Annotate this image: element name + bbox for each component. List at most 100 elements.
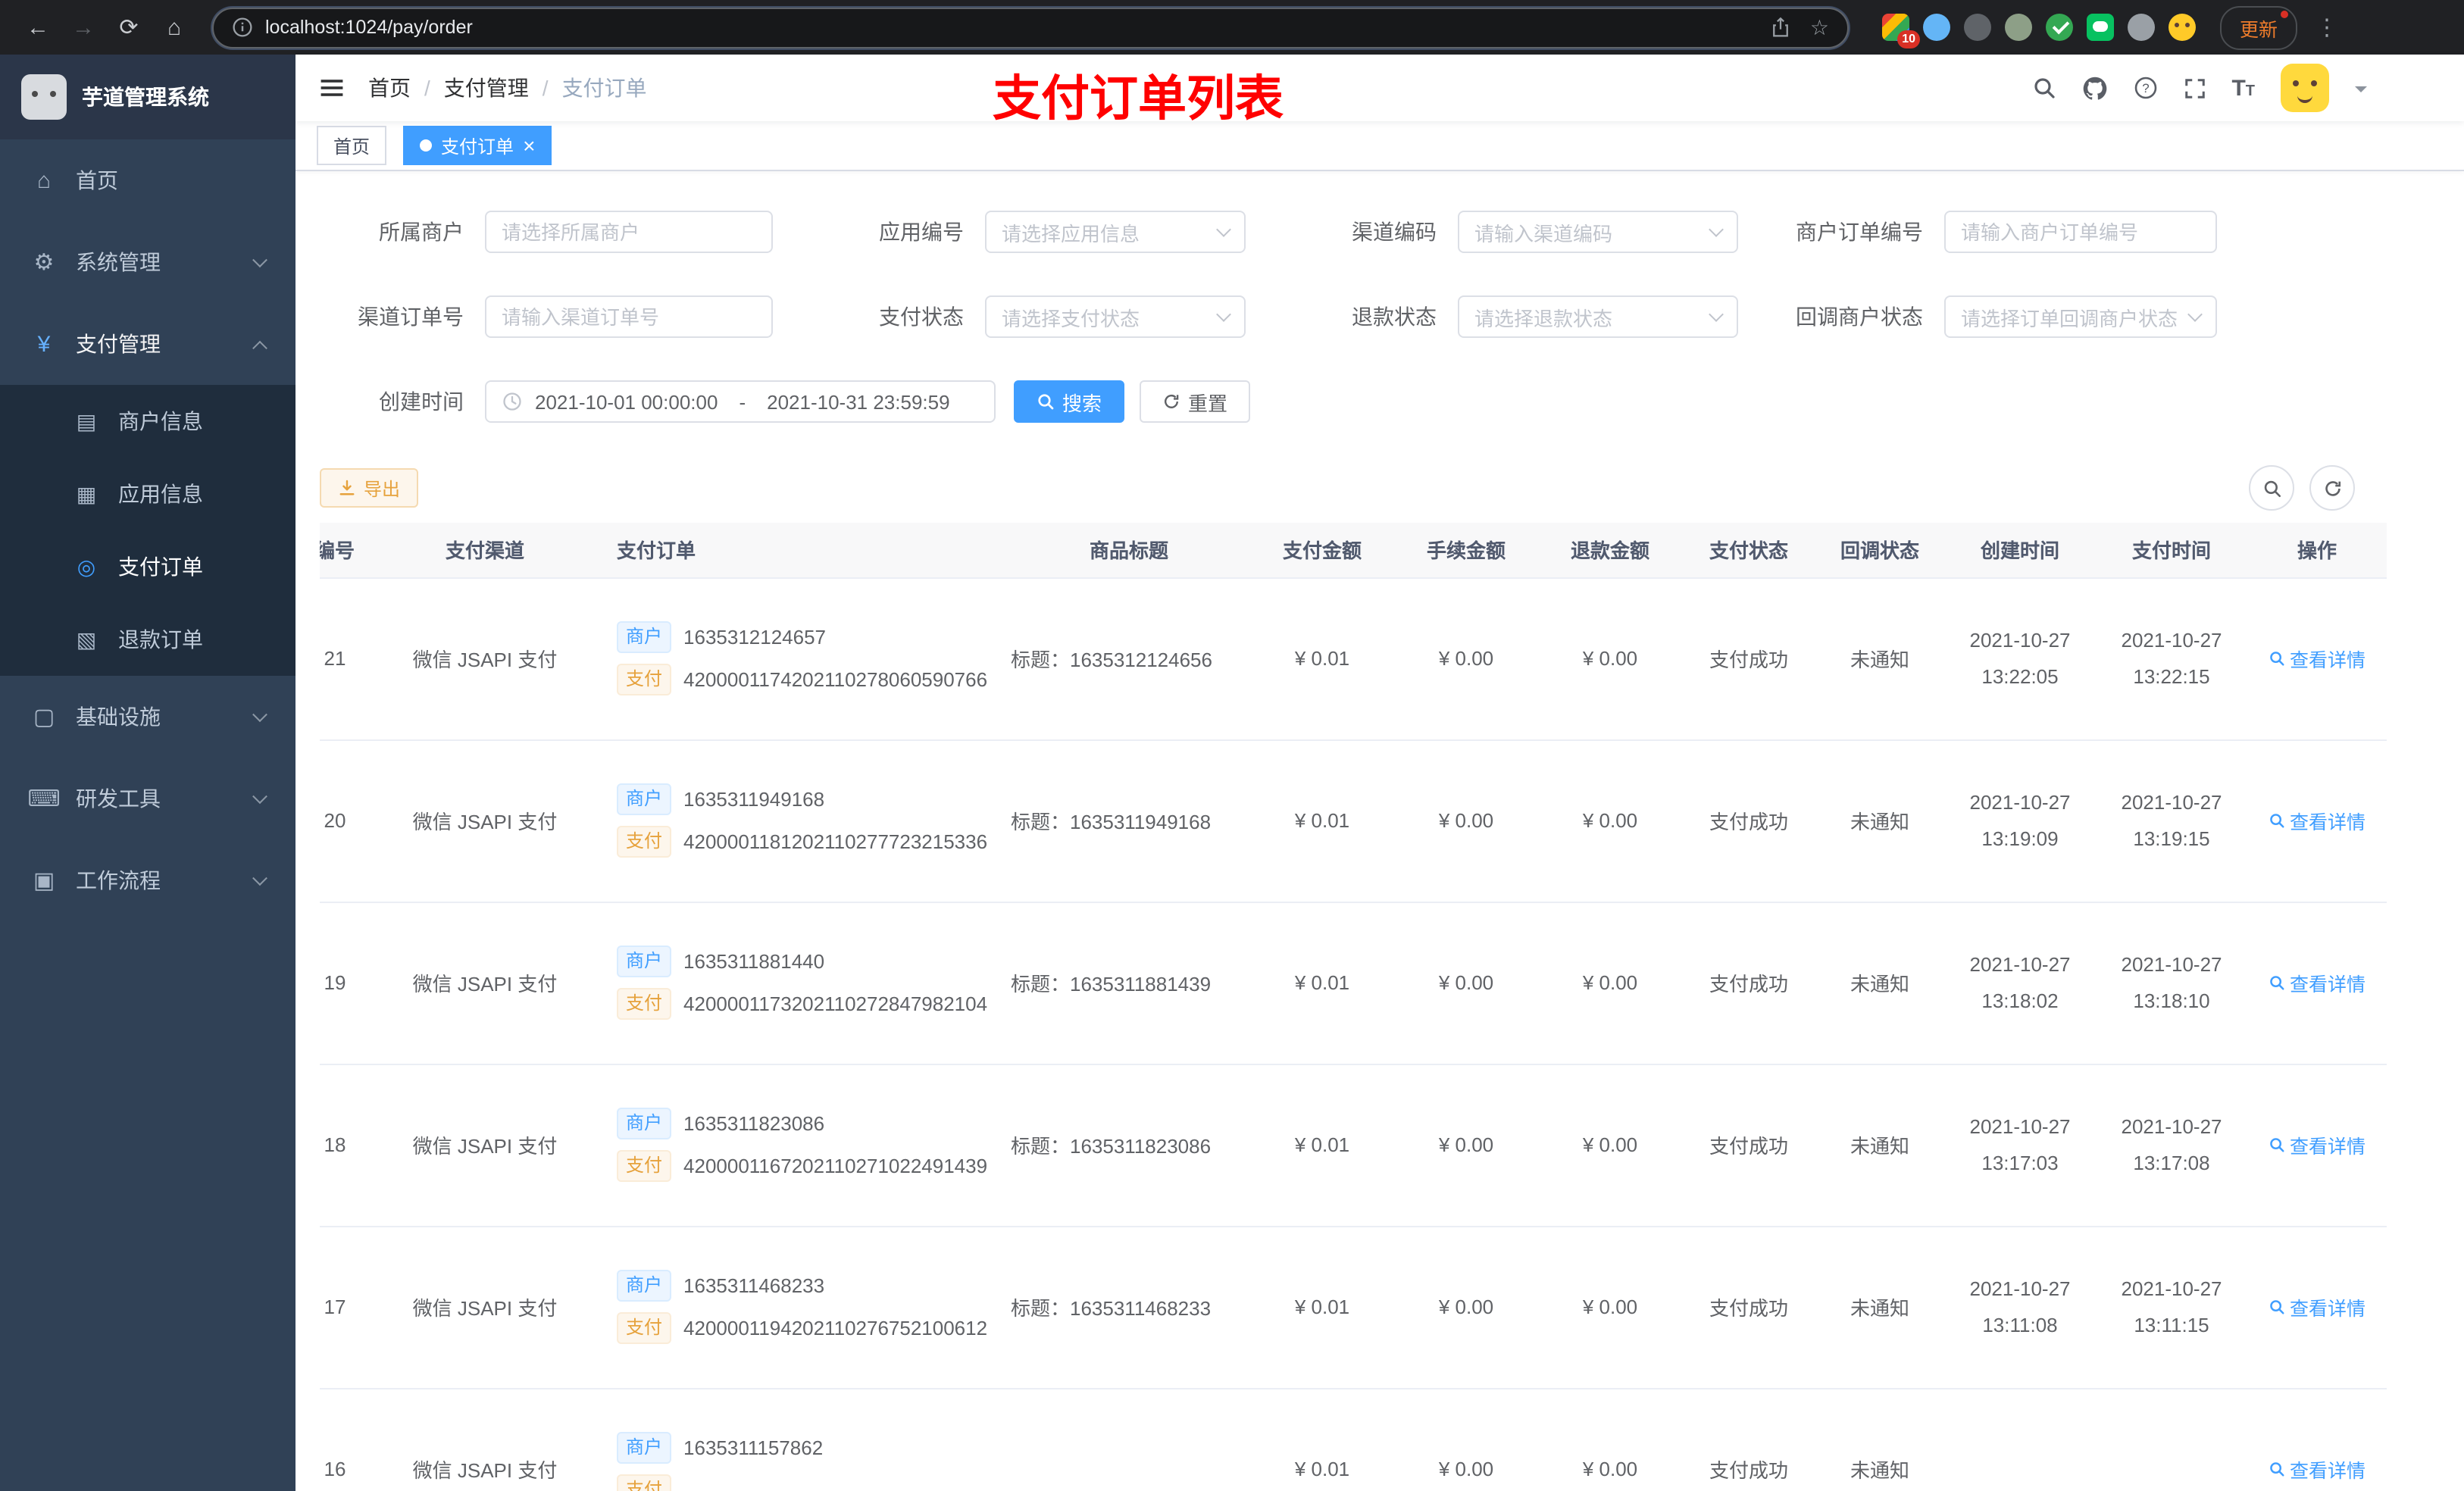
breadcrumb-payment[interactable]: 支付管理 [444,73,562,103]
cell-refund: ¥ 0.00 [1538,1226,1682,1389]
search-button[interactable]: 搜索 [1014,380,1125,423]
notify-status-select[interactable]: 请选择订单回调商户状态 [1944,295,2217,338]
sidebar: 芋道管理系统 ⌂ 首页 ⚙ 系统管理 ¥ 支付管理 ▤ 商户信息 ▦ 应用信息 … [0,55,295,1491]
bookmark-star-icon[interactable]: ☆ [1810,17,1829,38]
cell-pay-time: 2021-10-27 13:17:08 [2096,1064,2247,1227]
address-bar[interactable]: localhost:1024/pay/order ☆ [212,7,1849,48]
chevron-down-icon [252,252,267,268]
pay-status-select[interactable]: 请选择支付状态 [985,295,1246,338]
tab-home[interactable]: 首页 [317,126,387,165]
cell-title: 标题：1635311468233 [1008,1226,1250,1389]
site-info-icon[interactable] [232,17,253,38]
sidebar-item-system[interactable]: ⚙ 系统管理 [0,221,295,303]
forward-icon[interactable]: → [64,8,103,47]
collapse-menu-icon[interactable] [295,74,368,102]
refresh-button[interactable] [2309,465,2355,511]
reset-button[interactable]: 重置 [1140,380,1251,423]
channel-code-select[interactable]: 请输入渠道编码 [1458,211,1738,253]
fullscreen-icon[interactable] [2183,77,2206,99]
table-row[interactable]: 21 微信 JSAPI 支付 商户 1635312124657 支付 42000… [320,577,2387,740]
extension-icon-5[interactable] [2046,14,2073,41]
cell-refund: ¥ 0.00 [1538,1388,1682,1491]
breadcrumb-home[interactable]: 首页 [368,73,444,103]
cell-pay-status: 支付成功 [1682,902,1815,1064]
sidebar-item-infrastructure[interactable]: ▢ 基础设施 [0,676,295,758]
share-icon[interactable] [1771,17,1792,38]
flow-icon: ▣ [33,868,55,894]
merchant-order-no-input[interactable] [1961,220,2200,243]
cell-actions: 查看详情 [2247,1226,2387,1389]
sidebar-item-app-info[interactable]: ▦ 应用信息 [0,458,295,530]
merchant-badge: 商户 [617,946,672,977]
sidebar-menu: ⌂ 首页 ⚙ 系统管理 ¥ 支付管理 ▤ 商户信息 ▦ 应用信息 ◎ 支付订单 … [0,139,295,921]
github-icon[interactable] [2081,75,2107,101]
browser-home-icon[interactable]: ⌂ [155,8,194,47]
view-detail-link[interactable]: 查看详情 [2269,1293,2366,1321]
cell-order: 商户 1635311468233 支付 42000011942021102767… [599,1226,1008,1389]
col-pay-time: 支付时间 [2096,523,2247,578]
tab-pay-order[interactable]: 支付订单 × [403,126,552,165]
screen: ← → ⟳ ⌂ localhost:1024/pay/order ☆ 10 更新… [0,0,2464,1491]
view-detail-link[interactable]: 查看详情 [2269,644,2366,673]
tab-active-dot [420,139,433,152]
cell-id: 18 [320,1064,371,1227]
view-detail-link[interactable]: 查看详情 [2269,806,2366,835]
browser-update-button[interactable]: 更新 [2220,5,2298,49]
table-row[interactable]: 18 微信 JSAPI 支付 商户 1635311823086 支付 42000… [320,1064,2387,1227]
merchant-input[interactable] [502,220,756,243]
merchant-order-no: 1635311468233 [683,1274,825,1297]
sidebar-item-home[interactable]: ⌂ 首页 [0,139,295,221]
view-detail-link[interactable]: 查看详情 [2269,1130,2366,1159]
browser-menu-icon[interactable]: ⋮ [2315,14,2338,41]
table-row[interactable]: 20 微信 JSAPI 支付 商户 1635311949168 支付 42000… [320,739,2387,902]
reload-icon[interactable]: ⟳ [109,8,149,47]
merchant-badge: 商户 [617,621,672,653]
sidebar-item-refund-order[interactable]: ▧ 退款订单 [0,603,295,676]
help-icon[interactable]: ? [2133,76,2157,100]
col-notify-status: 回调状态 [1815,523,1944,578]
cell-amount: ¥ 0.01 [1250,739,1394,902]
filter-row-3: 创建时间 2021-10-01 00:00:00 - 2021-10-31 23… [320,380,2440,423]
app-select[interactable]: 请选择应用信息 [985,211,1246,253]
extension-icon-1[interactable]: 10 [1882,14,1920,48]
col-channel: 支付渠道 [371,523,599,578]
export-button[interactable]: 导出 [320,468,419,508]
extension-icon-2[interactable] [1923,14,1950,41]
channel-order-no-input[interactable] [502,305,756,328]
view-detail-link[interactable]: 查看详情 [2269,1455,2366,1483]
date-range-picker[interactable]: 2021-10-01 00:00:00 - 2021-10-31 23:59:5… [485,380,996,423]
table-row[interactable]: 17 微信 JSAPI 支付 商户 1635311468233 支付 42000… [320,1226,2387,1389]
merchant-order-no: 1635311823086 [683,1112,825,1135]
cell-amount: ¥ 0.01 [1250,1226,1394,1389]
extension-icon-8[interactable] [2169,14,2196,41]
extension-icon-7[interactable] [2128,14,2155,41]
cell-notify-status: 未通知 [1815,577,1944,740]
table-row[interactable]: 16 微信 JSAPI 支付 商户 1635311157862 支付 ¥ 0.0… [320,1388,2387,1491]
sidebar-item-workflow[interactable]: ▣ 工作流程 [0,839,295,921]
pay-badge: 支付 [617,1474,672,1491]
extension-icon-3[interactable] [1964,14,1991,41]
sidebar-item-payment[interactable]: ¥ 支付管理 [0,303,295,385]
sidebar-item-pay-order[interactable]: ◎ 支付订单 [0,530,295,603]
table-row[interactable]: 19 微信 JSAPI 支付 商户 1635311881440 支付 42000… [320,902,2387,1064]
sidebar-item-dev-tools[interactable]: ⌨ 研发工具 [0,758,295,839]
filter-notify-status: 回调商户状态 请选择订单回调商户状态 [1793,295,2217,338]
pay-badge: 支付 [617,1150,672,1182]
toggle-search-button[interactable] [2249,465,2294,511]
avatar-caret-icon[interactable] [2355,86,2367,98]
sidebar-item-merchant-info[interactable]: ▤ 商户信息 [0,385,295,458]
refund-status-select[interactable]: 请选择退款状态 [1458,295,1738,338]
font-size-icon[interactable]: TT [2231,75,2255,101]
table-header-row: 编号 支付渠道 支付订单 商品标题 支付金额 手续金额 退款金额 支付状态 回调… [320,523,2387,578]
extension-icon-4[interactable] [2005,14,2032,41]
view-detail-link[interactable]: 查看详情 [2269,968,2366,997]
app-logo[interactable]: 芋道管理系统 [0,55,295,139]
cell-actions: 查看详情 [2247,739,2387,902]
breadcrumb: 首页 支付管理 支付订单 [368,73,647,103]
back-icon[interactable]: ← [18,8,58,47]
tab-close-icon[interactable]: × [523,135,535,156]
search-icon[interactable] [2031,76,2056,100]
merchant-badge: 商户 [617,783,672,815]
extension-icon-6[interactable] [2087,14,2114,41]
user-avatar[interactable] [2281,64,2329,112]
